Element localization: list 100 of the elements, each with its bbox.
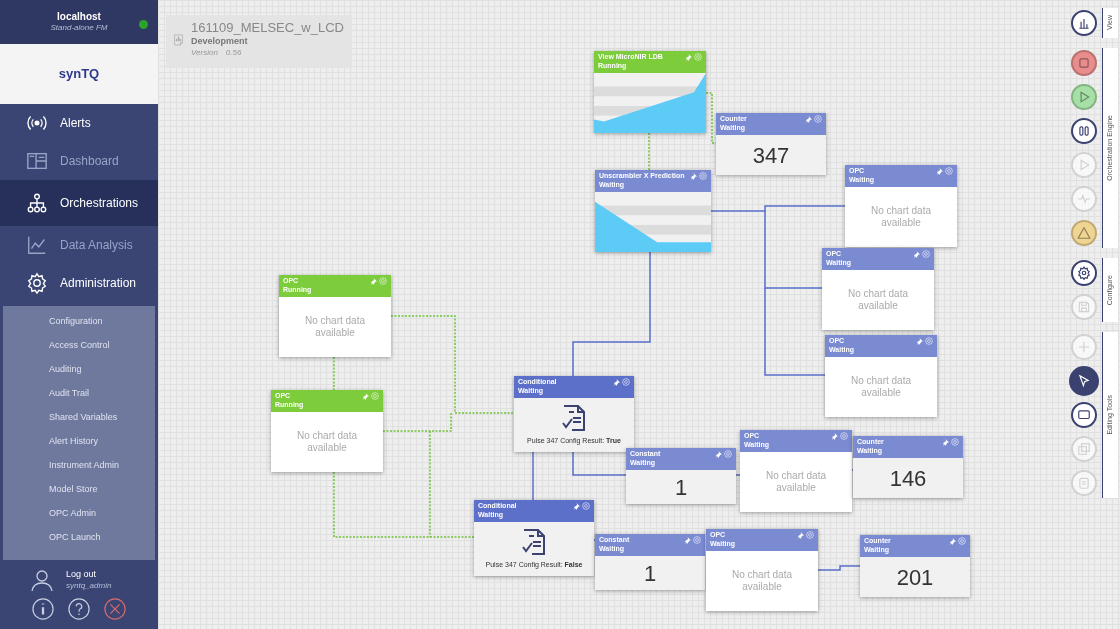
gear-icon[interactable]: [925, 337, 933, 345]
warning-button[interactable]: [1071, 220, 1097, 246]
no-data-message: No chart data available: [764, 469, 827, 495]
bar-chart-icon[interactable]: [1071, 10, 1097, 36]
rectangle-icon: [1077, 408, 1091, 422]
plus-icon: [1077, 340, 1091, 354]
gear-icon[interactable]: [371, 392, 379, 400]
close-icon[interactable]: [104, 598, 126, 620]
submenu-item[interactable]: Alert History: [3, 430, 155, 454]
node-value: 201: [896, 563, 934, 592]
settings-button[interactable]: [1071, 260, 1097, 286]
gear-icon[interactable]: [694, 53, 702, 61]
pin-icon[interactable]: [690, 172, 697, 180]
nav-item[interactable]: Orchestrations: [0, 180, 158, 226]
no-data-message: No chart data available: [846, 287, 909, 313]
submenu-item[interactable]: Instrument Admin: [3, 454, 155, 478]
pin-icon[interactable]: [805, 115, 812, 123]
dashboard-icon: [26, 150, 48, 172]
submenu-item[interactable]: Access Control: [3, 334, 155, 358]
document-check-icon: [521, 527, 547, 556]
line-chart-icon: [26, 234, 48, 256]
logo: synTQ: [58, 65, 100, 84]
connector-line: [817, 565, 861, 571]
submenu-item[interactable]: Audit Trail: [3, 382, 155, 406]
cursor-icon: [1077, 374, 1091, 388]
pin-icon[interactable]: [831, 432, 838, 440]
document-check-icon: [561, 403, 587, 432]
warning-icon: [1077, 226, 1091, 240]
play-button[interactable]: [1071, 84, 1097, 110]
gear-icon[interactable]: [814, 115, 822, 123]
pin-icon[interactable]: [936, 167, 943, 175]
submenu-item[interactable]: Configuration: [3, 310, 155, 334]
version-label: Version: [191, 47, 218, 58]
connector-line: [648, 132, 650, 171]
pin-icon[interactable]: [942, 438, 949, 446]
connector-line: [572, 451, 627, 476]
pin-icon[interactable]: [715, 450, 722, 458]
clipboard-icon: [1077, 476, 1091, 490]
gear-icon[interactable]: [840, 432, 848, 440]
pulse-icon: [1077, 192, 1091, 206]
document-title: 161109_MELSEC_w_LCD: [191, 20, 344, 37]
pin-icon[interactable]: [573, 502, 580, 510]
pin-icon[interactable]: [916, 337, 923, 345]
pin-icon[interactable]: [949, 537, 956, 545]
submenu-item[interactable]: Auditing: [3, 358, 155, 382]
pin-icon[interactable]: [362, 392, 369, 400]
pin-icon[interactable]: [370, 277, 377, 285]
submenu-item[interactable]: Shared Variables: [3, 406, 155, 430]
gear-icon[interactable]: [582, 502, 590, 510]
gear-icon[interactable]: [922, 250, 930, 258]
settings-icon: [26, 272, 48, 294]
user-name: syntq_admin: [66, 580, 112, 591]
node-value: 1: [674, 473, 688, 502]
settings-icon: [1077, 266, 1091, 280]
node-value: 347: [752, 141, 790, 170]
pin-icon[interactable]: [913, 250, 920, 258]
gear-icon[interactable]: [724, 450, 732, 458]
pin-icon[interactable]: [613, 378, 620, 386]
gear-icon[interactable]: [693, 536, 701, 544]
stop-icon: [1077, 56, 1091, 70]
submenu-item[interactable]: Model Store: [3, 478, 155, 502]
hierarchy-icon: [26, 192, 48, 214]
connector-line: [705, 92, 717, 144]
rectangle-button[interactable]: [1071, 402, 1097, 428]
copy-icon: [1077, 442, 1091, 456]
no-data-message: No chart data available: [303, 314, 366, 340]
no-data-message: No chart data available: [295, 429, 358, 455]
nav-item[interactable]: Administration: [0, 264, 158, 302]
save-icon: [1077, 300, 1091, 314]
no-data-message: No chart data available: [730, 568, 793, 594]
gear-icon[interactable]: [379, 277, 387, 285]
node-value: 1: [643, 559, 657, 588]
submenu-item[interactable]: OPC Admin: [3, 502, 155, 526]
gear-icon[interactable]: [622, 378, 630, 386]
gear-icon[interactable]: [951, 438, 959, 446]
stop-button[interactable]: [1071, 50, 1097, 76]
submenu-item[interactable]: OPC Launch: [3, 526, 155, 550]
host-name: localhost: [57, 10, 101, 24]
pin-icon[interactable]: [684, 536, 691, 544]
nav-item[interactable]: Data Analysis: [0, 226, 158, 264]
nav-item[interactable]: Alerts: [0, 104, 158, 142]
version-number: 0.56: [225, 47, 242, 58]
gear-icon[interactable]: [958, 537, 966, 545]
no-data-message: No chart data available: [869, 204, 932, 230]
gear-icon[interactable]: [806, 531, 814, 539]
gear-icon[interactable]: [699, 172, 707, 180]
pin-icon[interactable]: [797, 531, 804, 539]
nav-item[interactable]: Dashboard: [0, 142, 158, 180]
pin-icon[interactable]: [685, 53, 692, 61]
no-data-message: No chart data available: [849, 374, 912, 400]
connector-line: [735, 474, 741, 476]
info-icon[interactable]: [32, 598, 54, 620]
play-icon: [1077, 90, 1091, 104]
logout-link[interactable]: Log out: [66, 569, 112, 581]
host-mode: Stand-alone FM: [50, 23, 108, 34]
gear-icon[interactable]: [945, 167, 953, 175]
connector-line: [333, 356, 335, 391]
pause-button[interactable]: [1071, 118, 1097, 144]
help-icon[interactable]: [68, 598, 90, 620]
pointer-button[interactable]: [1071, 368, 1097, 394]
